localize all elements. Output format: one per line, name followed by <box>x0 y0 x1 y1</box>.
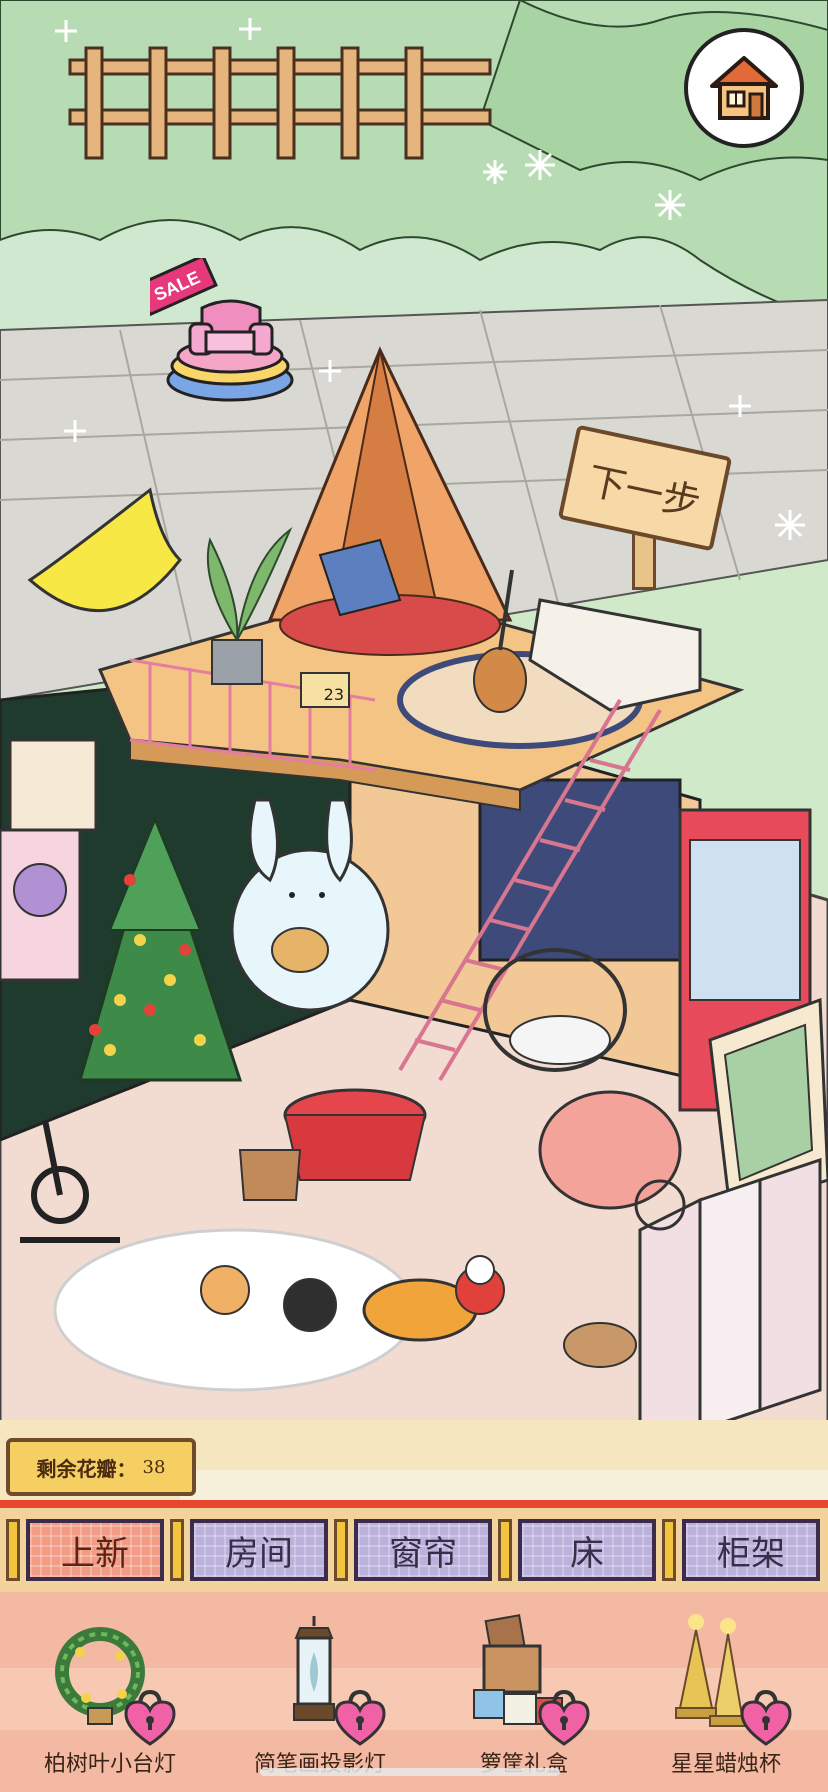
tab-divider <box>170 1519 184 1581</box>
shop-item[interactable]: 星星蜡烛杯 <box>626 1612 826 1792</box>
tab-divider <box>6 1519 20 1581</box>
item-name: 星星蜡烛杯 <box>670 1752 781 1777</box>
item-name: 柏树叶小台灯 <box>43 1752 176 1777</box>
heart-lock-icon <box>124 1689 176 1746</box>
room-scene <box>0 0 828 1500</box>
home-button[interactable] <box>684 28 804 148</box>
heart-lock-icon <box>334 1689 386 1746</box>
tab-divider <box>498 1519 512 1581</box>
petals-count: 38 <box>142 1456 166 1478</box>
category-tabbar: 上新 房间 窗帘 床 柜架 <box>0 1500 828 1592</box>
tab-room[interactable]: 房间 <box>190 1519 328 1581</box>
calendar-number: 23 <box>323 685 344 704</box>
room-illustration <box>0 0 828 1500</box>
calendar-23: 23 <box>300 672 350 708</box>
tab-new[interactable]: 上新 <box>26 1519 164 1581</box>
heart-lock-icon <box>538 1689 590 1746</box>
shop-item[interactable]: 柏树叶小台灯 <box>10 1612 210 1792</box>
next-step-label: 下一步 <box>557 424 733 552</box>
tab-bed[interactable]: 床 <box>518 1519 656 1581</box>
shop-item[interactable]: 箩筐礼盒 <box>424 1612 624 1792</box>
next-step-button[interactable]: 下一步 <box>557 424 733 590</box>
heart-lock-icon <box>740 1689 792 1746</box>
tab-shelf[interactable]: 柜架 <box>682 1519 820 1581</box>
tab-curtain[interactable]: 窗帘 <box>354 1519 492 1581</box>
petals-counter: 剩余花瓣： 38 <box>6 1438 196 1496</box>
petals-label: 剩余花瓣： <box>36 1456 137 1481</box>
home-indicator[interactable] <box>260 1768 560 1776</box>
tab-divider <box>334 1519 348 1581</box>
house-icon <box>710 56 778 120</box>
item-shelf: 柏树叶小台灯 简笔画投影灯 箩筐礼盒 星星蜡烛杯 <box>0 1592 828 1792</box>
sale-item-display[interactable]: SALE <box>135 253 300 408</box>
shop-item[interactable]: 简笔画投影灯 <box>220 1612 420 1792</box>
sale-chair-icon: SALE <box>135 253 294 402</box>
tab-divider <box>662 1519 676 1581</box>
